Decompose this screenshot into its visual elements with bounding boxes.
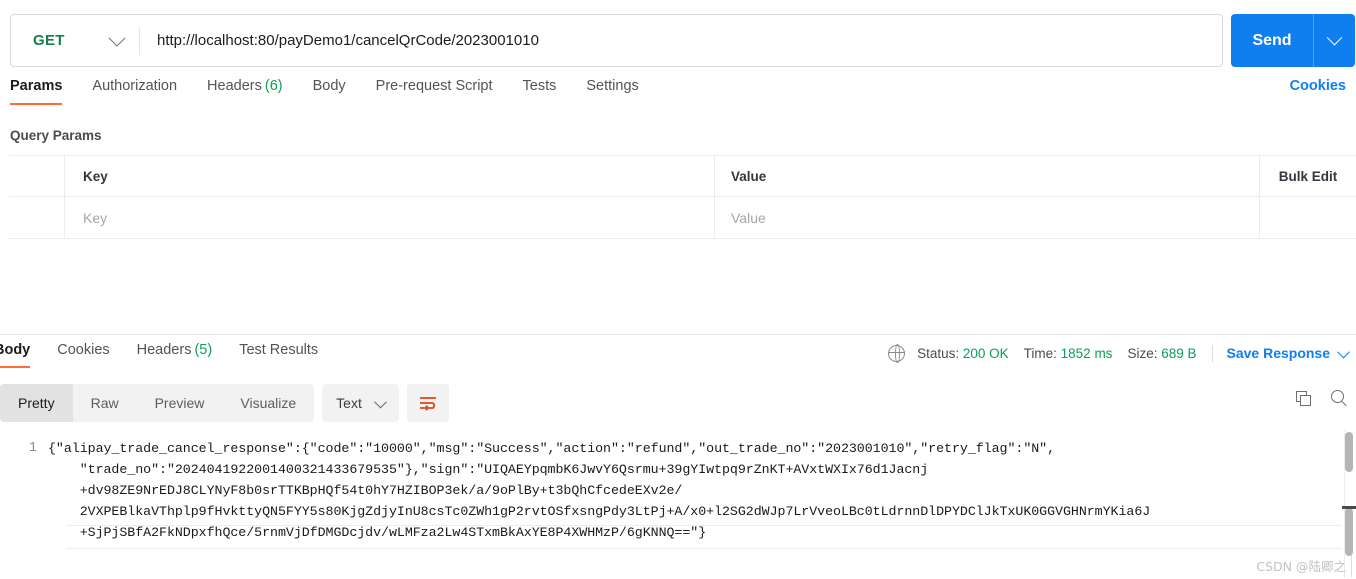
request-tabs: Params Authorization Headers (6) Body Pre… — [0, 78, 1356, 116]
active-line-highlight — [66, 525, 1342, 549]
time-badge: Time: 1852 ms — [1024, 346, 1113, 361]
size-badge: Size: 689 B — [1127, 346, 1196, 361]
line-number: 1 — [28, 441, 37, 456]
code-line-1: {"alipay_trade_cancel_response":{"code":… — [48, 441, 1056, 456]
response-tab-headers[interactable]: Headers (5) — [137, 342, 213, 368]
value-input-placeholder: Value — [731, 209, 766, 226]
vertical-scrollbar-thumb[interactable] — [1345, 432, 1353, 472]
status-label: Status: — [917, 345, 960, 361]
line-number-gutter: 1 — [0, 432, 48, 552]
copy-icon[interactable] — [1296, 390, 1312, 407]
view-mode-pretty[interactable]: Pretty — [0, 384, 73, 422]
format-selector[interactable]: Text — [322, 384, 399, 422]
chevron-down-icon — [1337, 345, 1350, 358]
time-value: 1852 ms — [1060, 345, 1113, 361]
tab-settings[interactable]: Settings — [586, 78, 638, 105]
send-options-button[interactable] — [1313, 14, 1355, 67]
vertical-scrollbar-thumb-lower[interactable] — [1345, 508, 1353, 556]
code-line-2: "trade_no":"2024041922001400321433679535… — [48, 462, 929, 477]
checkbox-column-header — [9, 155, 65, 197]
save-response-label: Save Response — [1226, 345, 1331, 361]
url-input[interactable]: http://localhost:80/payDemo1/cancelQrCod… — [140, 32, 1222, 49]
tab-label: Tests — [522, 78, 557, 94]
query-params-title: Query Params — [10, 128, 102, 143]
tab-count: (5) — [194, 342, 213, 358]
tab-label: Body — [0, 342, 31, 358]
tab-label: Params — [10, 78, 63, 94]
tab-label: Cookies — [57, 342, 110, 358]
status-badge: Status: 200 OK — [917, 346, 1009, 361]
column-label: Key — [83, 168, 108, 184]
tab-authorization[interactable]: Authorization — [92, 78, 177, 105]
chevron-down-icon — [108, 29, 126, 47]
tab-tests[interactable]: Tests — [523, 78, 557, 105]
save-response-button[interactable]: Save Response — [1227, 345, 1356, 361]
divider — [1351, 555, 1352, 577]
word-wrap-icon — [419, 397, 436, 411]
view-mode-group: Pretty Raw Preview Visualize — [0, 384, 315, 422]
view-mode-preview[interactable]: Preview — [137, 384, 223, 422]
table-header-row: Key Value Bulk Edit — [9, 155, 1356, 197]
cookies-link[interactable]: Cookies — [1290, 78, 1346, 94]
tab-headers[interactable]: Headers (6) — [207, 78, 283, 105]
time-label: Time: — [1023, 345, 1057, 361]
response-body-toolbar: Pretty Raw Preview Visualize Text — [0, 384, 449, 422]
view-mode-visualize[interactable]: Visualize — [222, 384, 314, 422]
row-actions-cell — [1260, 197, 1356, 238]
tab-label: Headers — [136, 342, 192, 358]
size-value: 689 B — [1161, 345, 1197, 361]
response-status-strip: Status: 200 OK Time: 1852 ms Size: 689 B… — [887, 342, 1356, 364]
word-wrap-toggle[interactable] — [406, 384, 449, 422]
table-row: Key Value — [9, 197, 1356, 238]
tab-label: Authorization — [92, 78, 178, 94]
http-method-selector[interactable]: GET — [11, 15, 139, 66]
key-column-header: Key — [65, 155, 715, 197]
tab-label: Headers — [207, 78, 262, 94]
tab-count: (6) — [264, 78, 283, 94]
status-value: 200 OK — [962, 345, 1009, 361]
watermark: CSDN @陆卿之 — [1256, 559, 1346, 574]
value-input-cell[interactable]: Value — [715, 197, 1260, 238]
size-label: Size: — [1127, 345, 1158, 361]
view-mode-raw[interactable]: Raw — [73, 384, 137, 422]
search-icon[interactable] — [1331, 390, 1348, 407]
tab-label: Pre-request Script — [375, 78, 493, 94]
response-tab-cookies[interactable]: Cookies — [57, 342, 109, 368]
tab-label: Test Results — [239, 342, 319, 358]
tab-label: Settings — [586, 78, 639, 94]
query-params-table: Key Value Bulk Edit Key Value — [9, 155, 1356, 239]
request-url-bar: GET http://localhost:80/payDemo1/cancelQ… — [10, 14, 1356, 67]
response-divider — [0, 334, 1356, 335]
scrollbar-split-handle[interactable] — [1342, 506, 1356, 509]
code-line-3: +dv98ZE9NrEDJ8CLYNyF8b0srTTKBpHQf54t0hY7… — [48, 483, 683, 498]
chevron-down-icon — [1326, 29, 1343, 46]
tab-label: Body — [312, 78, 346, 94]
key-input-cell[interactable]: Key — [65, 197, 715, 238]
chevron-down-icon — [373, 395, 387, 408]
bulk-edit-cell: Bulk Edit — [1260, 156, 1356, 197]
column-label: Value — [731, 168, 767, 184]
globe-icon — [887, 344, 906, 363]
postman-window: GET http://localhost:80/payDemo1/cancelQ… — [0, 0, 1356, 579]
send-button[interactable]: Send — [1231, 14, 1313, 67]
response-actions — [1296, 390, 1348, 407]
key-input-placeholder: Key — [83, 209, 108, 226]
tab-pre-request-script[interactable]: Pre-request Script — [376, 78, 493, 105]
http-method-label: GET — [33, 32, 65, 49]
code-line-4: 2VXPEBlkaVThplp9fHvkttyQN5FYY5s80KjgZdjy… — [48, 504, 1151, 519]
tab-params[interactable]: Params — [10, 78, 63, 105]
response-tab-body[interactable]: Body — [0, 342, 31, 368]
row-checkbox-cell[interactable] — [9, 197, 65, 238]
tab-body[interactable]: Body — [313, 78, 346, 105]
value-column-header: Value — [715, 155, 1260, 197]
format-label: Text — [336, 395, 362, 411]
url-input-container: GET http://localhost:80/payDemo1/cancelQ… — [10, 14, 1223, 67]
divider — [1211, 344, 1213, 362]
response-tab-test-results[interactable]: Test Results — [239, 342, 318, 368]
send-group: Send — [1231, 14, 1355, 67]
bulk-edit-button[interactable]: Bulk Edit — [1279, 169, 1338, 184]
